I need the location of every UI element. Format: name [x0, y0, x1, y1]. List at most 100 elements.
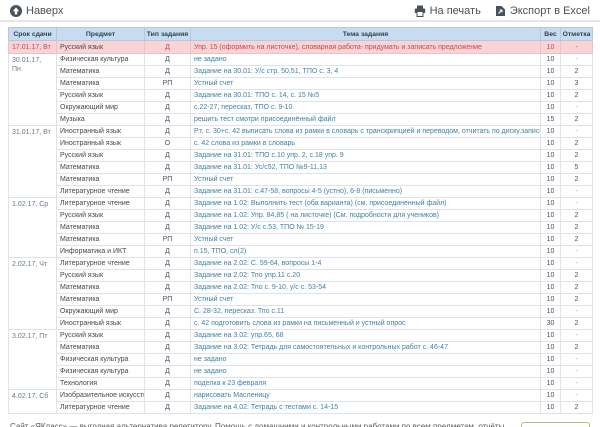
subject-cell: Математика — [57, 162, 145, 174]
mark-cell: - — [561, 390, 593, 402]
table-row: 3.02.17, ПтРусский языкДЗадание на 3.02:… — [9, 330, 593, 342]
subject-cell: Математика — [57, 342, 145, 354]
subject-cell: Русский язык — [57, 150, 145, 162]
yaklass-logo[interactable]: ЯКласс — [521, 422, 590, 427]
subject-cell: Технология — [57, 378, 145, 390]
task-topic-link[interactable]: Задание на 3.02: упр.65, 68 — [191, 330, 541, 342]
task-type-cell: Д — [145, 114, 191, 126]
mark-cell: 2 — [561, 150, 593, 162]
due-date-cell: 2.02.17, Чт — [9, 258, 57, 330]
task-type-cell: Д — [145, 246, 191, 258]
mark-cell: 2 — [561, 282, 593, 294]
task-topic-link[interactable]: Задание на 31.01: ТПО с.10 упр. 2, с.18 … — [191, 150, 541, 162]
task-topic-link[interactable]: Задание на 2.02: Тпо упр.11 с.20 — [191, 270, 541, 282]
task-topic-link[interactable]: не задано — [191, 354, 541, 366]
table-row: 1.02.17, СрЛитературное чтениеДЗадание н… — [9, 198, 593, 210]
task-topic-link[interactable]: с. 42 подготовить слова из рамки на пись… — [191, 318, 541, 330]
mark-cell: - — [561, 366, 593, 378]
task-topic-link[interactable]: Задание на 30.01: ТПО с. 14, с. 15 №5 — [191, 90, 541, 102]
table-row: Информатика и ИКТДп.15, ТПО, сл(2)10- — [9, 246, 593, 258]
task-topic-link[interactable]: Устный счет — [191, 234, 541, 246]
subject-cell: Иностранный язык — [57, 138, 145, 150]
weight-cell: 10 — [541, 354, 561, 366]
subject-cell: Математика — [57, 282, 145, 294]
task-topic-link[interactable]: Упр. 15 (оформить на листочке), словарна… — [191, 41, 541, 54]
mark-cell: - — [561, 198, 593, 210]
task-topic-link[interactable]: Р.т. с. 30+с. 42 выписать слова из рамки… — [191, 126, 541, 138]
mark-cell: 2 — [561, 234, 593, 246]
table-row: МатематикаДЗадание на 2.02: Тпо с. 9-10,… — [9, 282, 593, 294]
task-topic-link[interactable]: Задание на 4.02: Тетрадь с тестами с. 14… — [191, 402, 541, 414]
task-topic-link[interactable]: Задание на 3.02: Тетрадь для самостоятел… — [191, 342, 541, 354]
table-row: МатематикаРПУстный счет102 — [9, 294, 593, 306]
task-topic-link[interactable]: Задание на 30.01: У/с стр. 50,51, ТПО с.… — [191, 66, 541, 78]
task-type-cell: Д — [145, 390, 191, 402]
task-topic-link[interactable]: Задание на 31.01: с.47-58, вопросы 4-5 (… — [191, 186, 541, 198]
table-row: МатематикаДЗадание на 3.02: Тетрадь для … — [9, 342, 593, 354]
task-type-cell: Д — [145, 402, 191, 414]
task-topic-link[interactable]: решить тест смотри присоединённый файл — [191, 114, 541, 126]
subject-cell: Окружающий мир — [57, 306, 145, 318]
subject-cell: Литературное чтение — [57, 258, 145, 270]
task-topic-link[interactable]: с. 42 слова из рамки в словарь — [191, 138, 541, 150]
subject-cell: Иностранный язык — [57, 318, 145, 330]
toolbar: Наверх На печать Экспорт в Excel — [0, 0, 600, 22]
task-topic-link[interactable]: Устный счет — [191, 78, 541, 90]
mark-cell: - — [561, 186, 593, 198]
task-type-cell: Д — [145, 126, 191, 138]
subject-cell: Физическая культура — [57, 366, 145, 378]
task-type-cell: Д — [145, 222, 191, 234]
col-header-due-date: Срок сдачи — [9, 28, 57, 41]
mark-cell: 3 — [561, 78, 593, 90]
table-row: 30.01.17, ПнФизическая культураДне задан… — [9, 54, 593, 66]
back-to-top-link[interactable]: Наверх — [10, 5, 63, 17]
task-topic-link[interactable]: поделка к 23 февраля — [191, 378, 541, 390]
export-excel-link[interactable]: Экспорт в Excel — [495, 5, 590, 17]
task-topic-link[interactable]: с.22-27, пересказ, ТПО с. 9-10 — [191, 102, 541, 114]
subject-cell: Русский язык — [57, 210, 145, 222]
task-type-cell: Д — [145, 41, 191, 54]
table-row: Русский языкДЗадание на 1.02: Упр. 84,85… — [9, 210, 593, 222]
mark-cell: - — [561, 378, 593, 390]
table-row: Физическая культураДне задано10- — [9, 366, 593, 378]
task-topic-link[interactable]: Задание на 2.02: Тпо с. 9-10, у/с с. 53-… — [191, 282, 541, 294]
task-type-cell: РП — [145, 234, 191, 246]
task-topic-link[interactable]: Задание на 1.02: Упр. 84,85 ( на листочк… — [191, 210, 541, 222]
table-row: 2.02.17, ЧтЛитературное чтениеДЗадание н… — [9, 258, 593, 270]
task-topic-link[interactable]: нарисовать Масленицу — [191, 390, 541, 402]
printer-icon — [414, 5, 426, 17]
task-type-cell: Д — [145, 306, 191, 318]
mark-cell: 2 — [561, 138, 593, 150]
task-topic-link[interactable]: п.15, ТПО, сл(2) — [191, 246, 541, 258]
task-topic-link[interactable]: Задание на 1.02: Выполнить тест (оба вар… — [191, 198, 541, 210]
weight-cell: 10 — [541, 78, 561, 90]
task-type-cell: Д — [145, 66, 191, 78]
task-topic-link[interactable]: Задание на 1.02: У/с с.53, ТПО № 15-19 — [191, 222, 541, 234]
task-type-cell: Д — [145, 366, 191, 378]
task-topic-link[interactable]: не задано — [191, 54, 541, 66]
table-row: Физическая культураДне задано10- — [9, 354, 593, 366]
col-header-task-type: Тип задания — [145, 28, 191, 41]
subject-cell: Математика — [57, 222, 145, 234]
mark-cell: - — [561, 246, 593, 258]
mark-cell: - — [561, 306, 593, 318]
homework-page: Наверх На печать Экспорт в Excel Срок сд… — [0, 0, 600, 427]
task-topic-link[interactable]: Устный счет — [191, 294, 541, 306]
mark-cell: - — [561, 41, 593, 54]
task-topic-link[interactable]: Устный счет — [191, 174, 541, 186]
task-topic-link[interactable]: С. 28-32, пересказ. Тпо с.11 — [191, 306, 541, 318]
mark-cell: 2 — [561, 66, 593, 78]
table-row: Русский языкДЗадание на 30.01: ТПО с. 14… — [9, 90, 593, 102]
task-topic-link[interactable]: Задание на 31.01: Ус/с52, ТПО №9-11,13 — [191, 162, 541, 174]
col-header-weight: Вес — [541, 28, 561, 41]
task-topic-link[interactable]: не задано — [191, 366, 541, 378]
up-circle-icon — [10, 5, 22, 17]
task-topic-link[interactable]: Задание на 2.02: С. 59-64, вопросы 1-4 — [191, 258, 541, 270]
subject-cell: Математика — [57, 294, 145, 306]
table-row: МатематикаДЗадание на 30.01: У/с стр. 50… — [9, 66, 593, 78]
weight-cell: 10 — [541, 126, 561, 138]
table-row: 31.01.17, ВтИностранный языкДР.т. с. 30+… — [9, 126, 593, 138]
table-row: МатематикаРПУстный счет102 — [9, 234, 593, 246]
mark-cell: 2 — [561, 294, 593, 306]
print-link[interactable]: На печать — [414, 5, 481, 17]
